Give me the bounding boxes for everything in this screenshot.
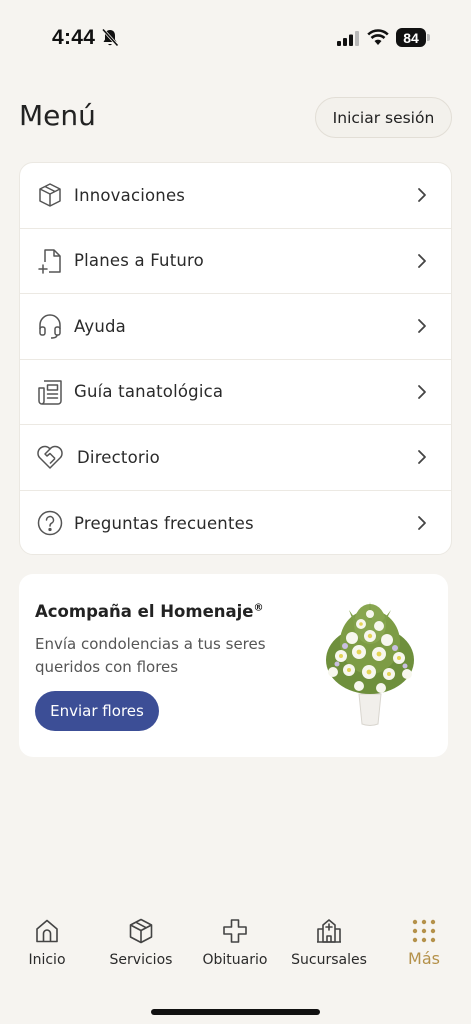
- tab-label: Obituario: [202, 952, 268, 968]
- menu-item-preguntas-frecuentes[interactable]: Preguntas frecuentes: [20, 491, 451, 555]
- menu-item-planes-futuro[interactable]: Planes a Futuro: [20, 229, 451, 294]
- chevron-right-icon: [418, 384, 426, 399]
- menu-item-label: Planes a Futuro: [74, 251, 204, 271]
- login-button[interactable]: Iniciar sesión: [315, 97, 452, 138]
- tab-servicios[interactable]: Servicios: [94, 917, 188, 968]
- tab-label: Servicios: [109, 952, 173, 968]
- question-circle-icon: [36, 509, 64, 537]
- send-flowers-button[interactable]: Enviar flores: [35, 691, 159, 731]
- chevron-right-icon: [418, 253, 426, 268]
- box-icon: [36, 181, 64, 209]
- menu-item-label: Preguntas frecuentes: [74, 513, 254, 533]
- menu-item-label: Innovaciones: [74, 185, 186, 205]
- menu-item-label: Ayuda: [74, 316, 126, 336]
- grid-dots-icon: [412, 919, 436, 943]
- tab-mas[interactable]: Más: [377, 917, 471, 968]
- chevron-right-icon: [418, 188, 426, 203]
- menu-list: Innovaciones Planes a Futuro Ayuda Guía …: [19, 162, 452, 555]
- heart-handshake-icon: [36, 443, 64, 471]
- page-title: Menú: [19, 99, 96, 132]
- battery-tip: [427, 34, 430, 41]
- tab-label: Inicio: [28, 952, 66, 968]
- flower-arrangement-image: [326, 602, 414, 726]
- status-time: 4:44: [52, 26, 96, 49]
- bell-off-icon: [101, 28, 119, 47]
- menu-item-ayuda[interactable]: Ayuda: [20, 294, 451, 360]
- menu-item-innovaciones[interactable]: Innovaciones: [20, 163, 451, 229]
- cross-icon: [223, 919, 247, 943]
- registered-mark: ®: [253, 602, 264, 614]
- home-indicator: [151, 1009, 320, 1015]
- tab-label: Sucursales: [291, 952, 367, 968]
- promo-card: Acompaña el Homenaje® Envía condolencias…: [19, 574, 448, 757]
- promo-title: Acompaña el Homenaje®: [35, 602, 264, 621]
- chevron-right-icon: [418, 516, 426, 531]
- chevron-right-icon: [418, 319, 426, 334]
- battery-indicator: 84: [396, 28, 426, 47]
- tab-inicio[interactable]: Inicio: [0, 917, 94, 968]
- tab-obituario[interactable]: Obituario: [188, 917, 282, 968]
- bottom-tab-bar: Inicio Servicios Obituario Sucursales Má…: [0, 905, 471, 985]
- document-add-icon: [36, 247, 64, 275]
- promo-title-text: Acompaña el Homenaje: [35, 602, 254, 621]
- tab-sucursales[interactable]: Sucursales: [282, 917, 376, 968]
- wifi-icon: [367, 29, 389, 45]
- signal-icon: [337, 31, 359, 46]
- menu-item-directorio[interactable]: Directorio: [20, 425, 451, 491]
- menu-item-guia-tanatologica[interactable]: Guía tanatológica: [20, 360, 451, 425]
- headphones-icon: [36, 312, 64, 340]
- menu-item-label: Directorio: [77, 447, 160, 467]
- box-icon: [129, 918, 153, 944]
- home-icon: [36, 919, 58, 943]
- status-bar: 4:44 84: [0, 0, 471, 72]
- newspaper-icon: [36, 378, 64, 406]
- menu-item-label: Guía tanatológica: [74, 382, 224, 402]
- chevron-right-icon: [418, 450, 426, 465]
- tab-label: Más: [408, 949, 440, 968]
- building-icon: [317, 919, 341, 943]
- promo-text: Envía condolencias a tus seres queridos …: [35, 635, 266, 676]
